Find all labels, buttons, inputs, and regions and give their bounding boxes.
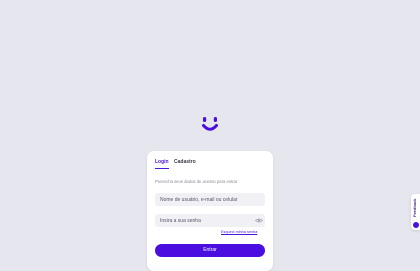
brand-logo-icon — [202, 117, 218, 131]
tab-cadastro[interactable]: Cadastro — [174, 159, 196, 168]
feedback-label: Feedback — [412, 198, 417, 218]
tab-login[interactable]: Login — [155, 159, 169, 169]
submit-button[interactable]: Entrar — [155, 244, 265, 257]
eye-icon[interactable] — [255, 218, 263, 223]
password-input[interactable] — [155, 214, 265, 227]
login-card: Login Cadastro Preencha seus dados de ac… — [147, 151, 273, 271]
feedback-icon — [412, 222, 419, 228]
feedback-tab[interactable]: Feedback — [411, 194, 420, 230]
login-hint: Preencha seus dados de acesso para entra… — [155, 179, 238, 184]
username-input[interactable] — [155, 193, 265, 206]
forgot-password-link[interactable]: Esqueci minha senha — [221, 230, 257, 234]
